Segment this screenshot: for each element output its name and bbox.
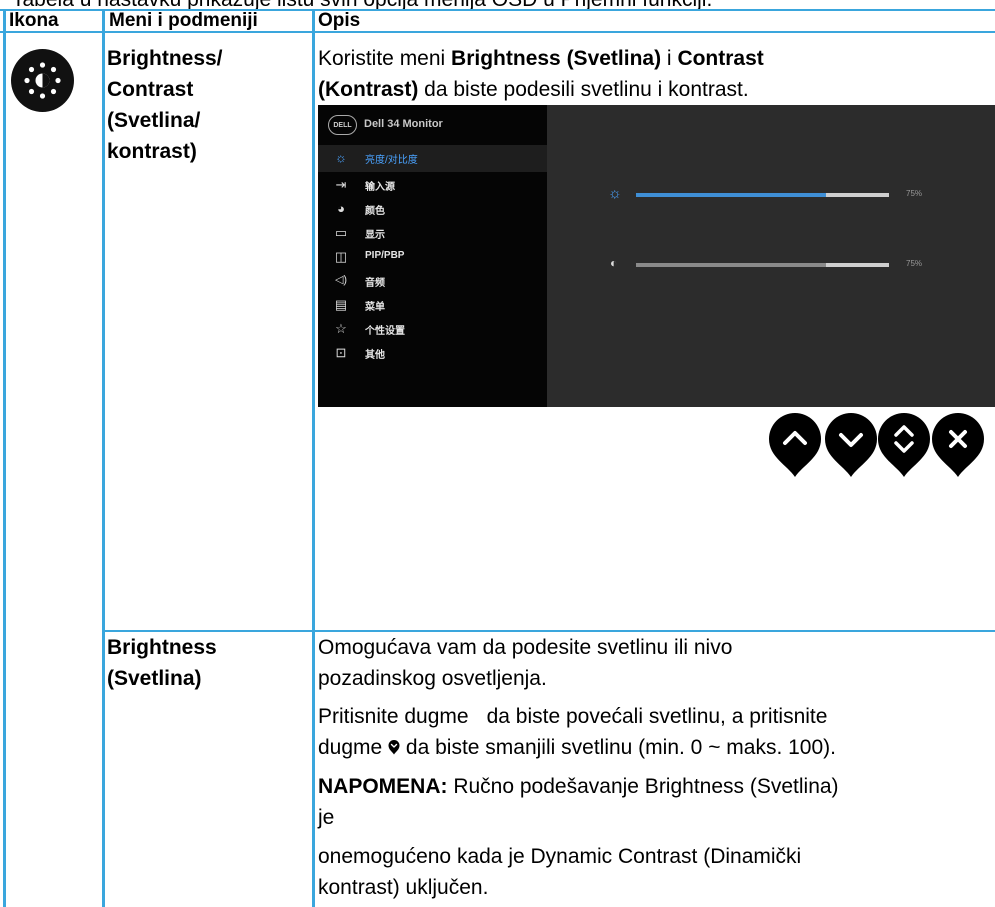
desc-text: Koristite meni — [318, 47, 452, 70]
menu-title-brightness-contrast: Brightness/ Contrast (Svetlina/ kontrast… — [107, 43, 223, 167]
osd-item-label: 个性设置 — [365, 326, 405, 337]
desc-line: je — [318, 806, 335, 829]
up-button[interactable] — [767, 413, 823, 479]
osd-item-label: 菜单 — [365, 302, 385, 313]
header-icon: Ikona — [9, 10, 59, 31]
description-brightness-contrast: Koristite meni Brightness (Svetlina) i C… — [318, 43, 995, 105]
dell-logo: DELL — [328, 115, 357, 135]
desc-line: NAPOMENA: Ručno podešavanje Brightness (… — [318, 775, 839, 798]
table-border-header — [0, 31, 995, 33]
down-button[interactable] — [823, 413, 879, 479]
menu-icon: ▤ — [334, 297, 348, 312]
osd-item-label: 颜色 — [365, 206, 385, 217]
osd-item-pip-pbp[interactable]: ◫ PIP/PBP — [318, 247, 547, 269]
osd-item-menu[interactable]: ▤ 菜单 — [318, 295, 547, 317]
audio-icon: ◁) — [334, 274, 348, 286]
other-icon: ⊡ — [335, 345, 347, 360]
osd-item-label: 音频 — [365, 278, 385, 289]
menu-line: Contrast — [107, 78, 194, 101]
brightness-value: 75% — [906, 189, 923, 198]
menu-line: Brightness/ — [107, 47, 223, 70]
menu-line: Brightness — [107, 636, 217, 659]
osd-item-color[interactable]: ◕ 颜色 — [318, 199, 547, 221]
desc-line: pozadinskog osvetljenja. — [318, 667, 547, 690]
osd-item-others[interactable]: ⊡ 其他 — [318, 343, 547, 365]
osd-item-label: 输入源 — [365, 182, 395, 193]
osd-item-label: 显示 — [365, 230, 385, 241]
sun-icon: ☼ — [335, 150, 347, 165]
menu-line: (Svetlina/ — [107, 109, 201, 132]
desc-line: onemogućeno kada je Dynamic Contrast (Di… — [318, 845, 802, 868]
contrast-slider-fill — [636, 263, 826, 267]
menu-line: (Svetlina) — [107, 667, 202, 690]
description-brightness: Omogućava vam da podesite svetlinu ili n… — [318, 632, 995, 903]
osd-item-personalize[interactable]: ☆ 个性设置 — [318, 319, 547, 341]
desc-bold: Contrast — [677, 47, 764, 70]
contrast-slider[interactable] — [636, 263, 889, 267]
desc-bold: (Kontrast) — [318, 78, 419, 101]
osd-item-label: PIP/PBP — [365, 250, 405, 261]
header-menu: Meni i podmeniji — [109, 10, 258, 31]
menu-title-brightness: Brightness (Svetlina) — [107, 632, 217, 694]
brightness-slider-fill — [636, 193, 826, 197]
osd-item-brightness-contrast[interactable]: ☼ 亮度/对比度 — [318, 148, 547, 170]
desc-text: i — [661, 47, 678, 70]
down-button-inline-icon — [388, 733, 400, 764]
table-border-col0 — [3, 9, 6, 907]
header-description: Opis — [318, 10, 361, 31]
select-button[interactable] — [876, 413, 932, 479]
desc-line: Omogućava vam da podesite svetlinu ili n… — [318, 636, 733, 659]
desc-line: kontrast) uključen. — [318, 876, 489, 899]
display-icon: ▭ — [334, 225, 348, 240]
desc-bold: Brightness (Svetlina) — [451, 47, 662, 70]
osd-item-display[interactable]: ▭ 显示 — [318, 223, 547, 245]
osd-title: Dell 34 Monitor — [364, 118, 443, 130]
table-border-col2 — [312, 9, 315, 907]
exit-button[interactable] — [930, 413, 986, 479]
contrast-value: 75% — [906, 259, 923, 268]
desc-line: Pritisnite dugme da biste povećali svetli… — [318, 705, 828, 728]
brightness-slider[interactable] — [636, 193, 889, 197]
pip-icon: ◫ — [334, 249, 348, 264]
star-icon: ☆ — [335, 321, 347, 336]
osd-menu-panel: DELL Dell 34 Monitor ☼ 亮度/对比度 ⇥ 输入源 ◕ 颜色… — [318, 105, 547, 407]
table-border-col1 — [102, 9, 105, 907]
contrast-icon: ◐ — [610, 256, 618, 270]
note-label: NAPOMENA: — [318, 775, 448, 798]
osd-item-label: 亮度/对比度 — [365, 155, 418, 166]
menu-line: kontrast) — [107, 140, 197, 163]
desc-line: dugme da biste smanjili svetlinu (min. 0… — [318, 732, 995, 764]
brightness-contrast-icon — [11, 49, 74, 112]
brightness-icon: ☼ — [608, 185, 622, 202]
osd-item-label: 其他 — [365, 350, 385, 361]
osd-screenshot: DELL Dell 34 Monitor ☼ 亮度/对比度 ⇥ 输入源 ◕ 颜色… — [318, 105, 995, 407]
osd-item-input-source[interactable]: ⇥ 输入源 — [318, 175, 547, 197]
palette-icon: ◕ — [337, 201, 345, 216]
osd-item-audio[interactable]: ◁) 音频 — [318, 271, 547, 293]
input-source-icon: ⇥ — [335, 177, 347, 192]
desc-text: da biste podesili svetlinu i kontrast. — [418, 78, 749, 101]
